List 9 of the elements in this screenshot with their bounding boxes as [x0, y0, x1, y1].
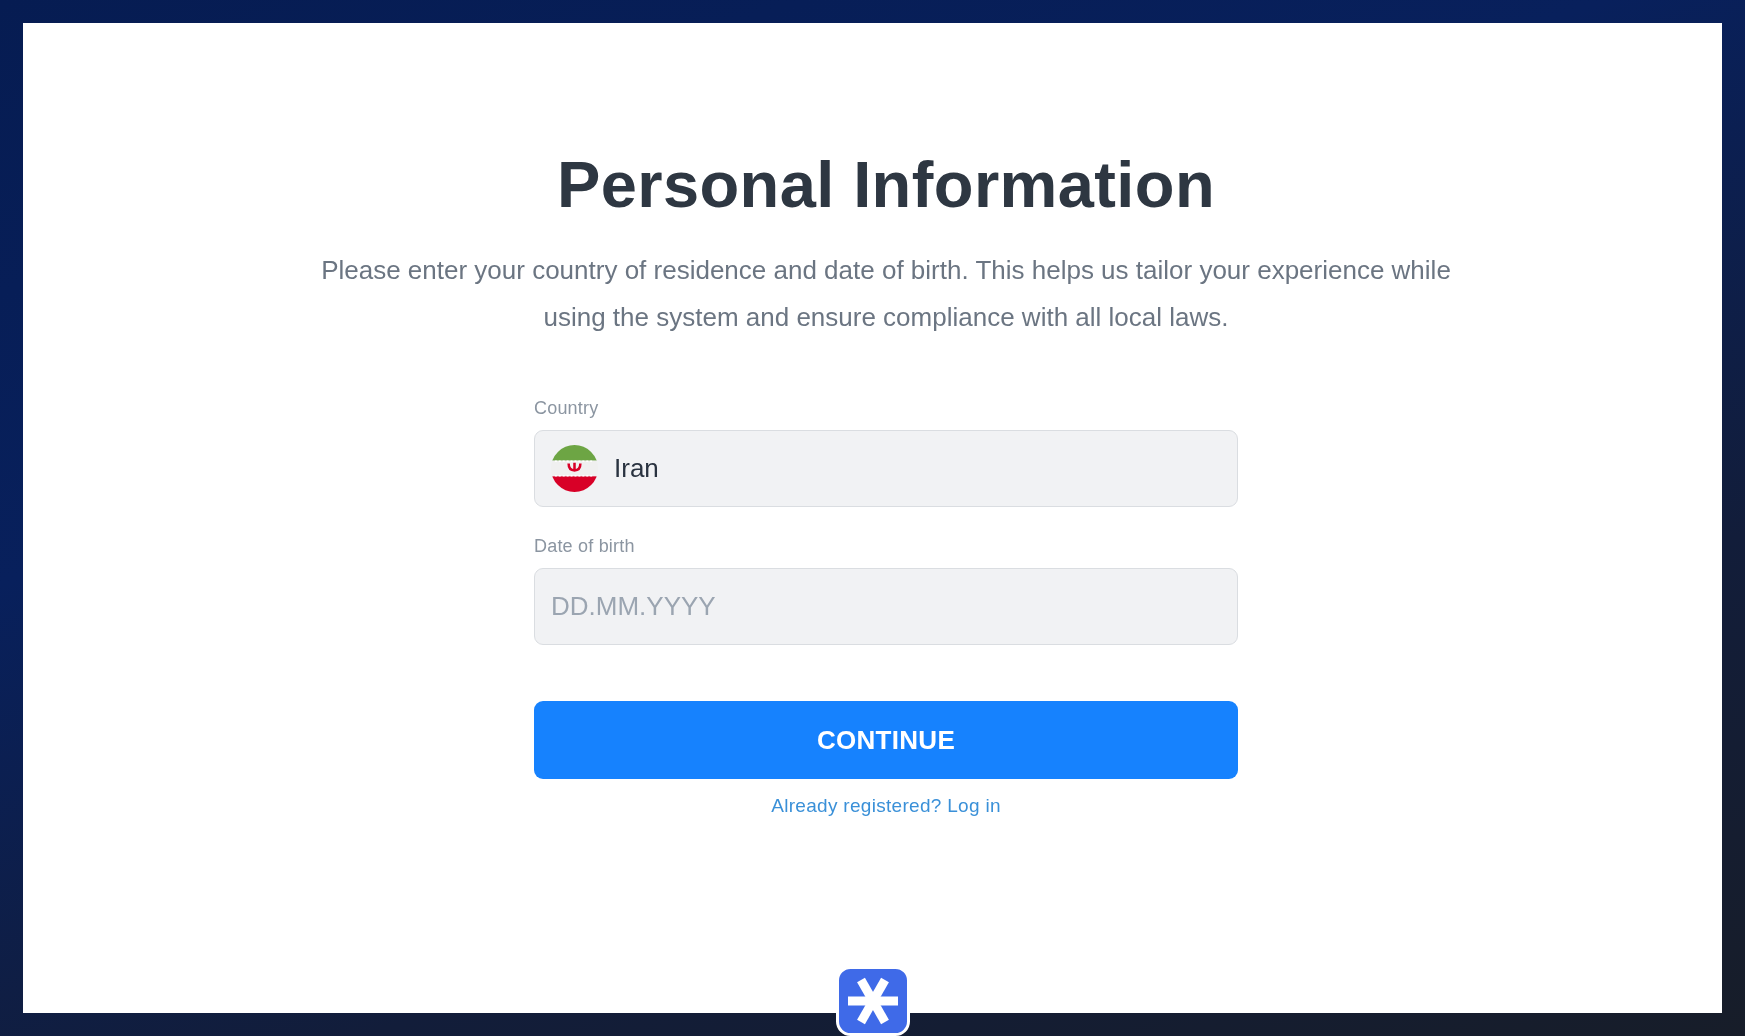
field-label: Date of birth: [534, 535, 636, 558]
date-of-birth-field[interactable]: DD.MM.YYYY: [534, 568, 1238, 645]
login-link[interactable]: Already registered? Log in: [771, 794, 1001, 818]
page-heading: Personal Information: [556, 153, 1216, 217]
continue-button[interactable]: CONTINUE: [534, 701, 1238, 779]
country-select[interactable]: Iran: [534, 430, 1238, 507]
field-label: Country: [534, 397, 600, 420]
flag-icon: [551, 445, 598, 492]
description-text: Please enter your country of residence and date of birth. This helps us tailor your experience while using the system and ensure compliance with all local laws.: [320, 254, 1452, 334]
